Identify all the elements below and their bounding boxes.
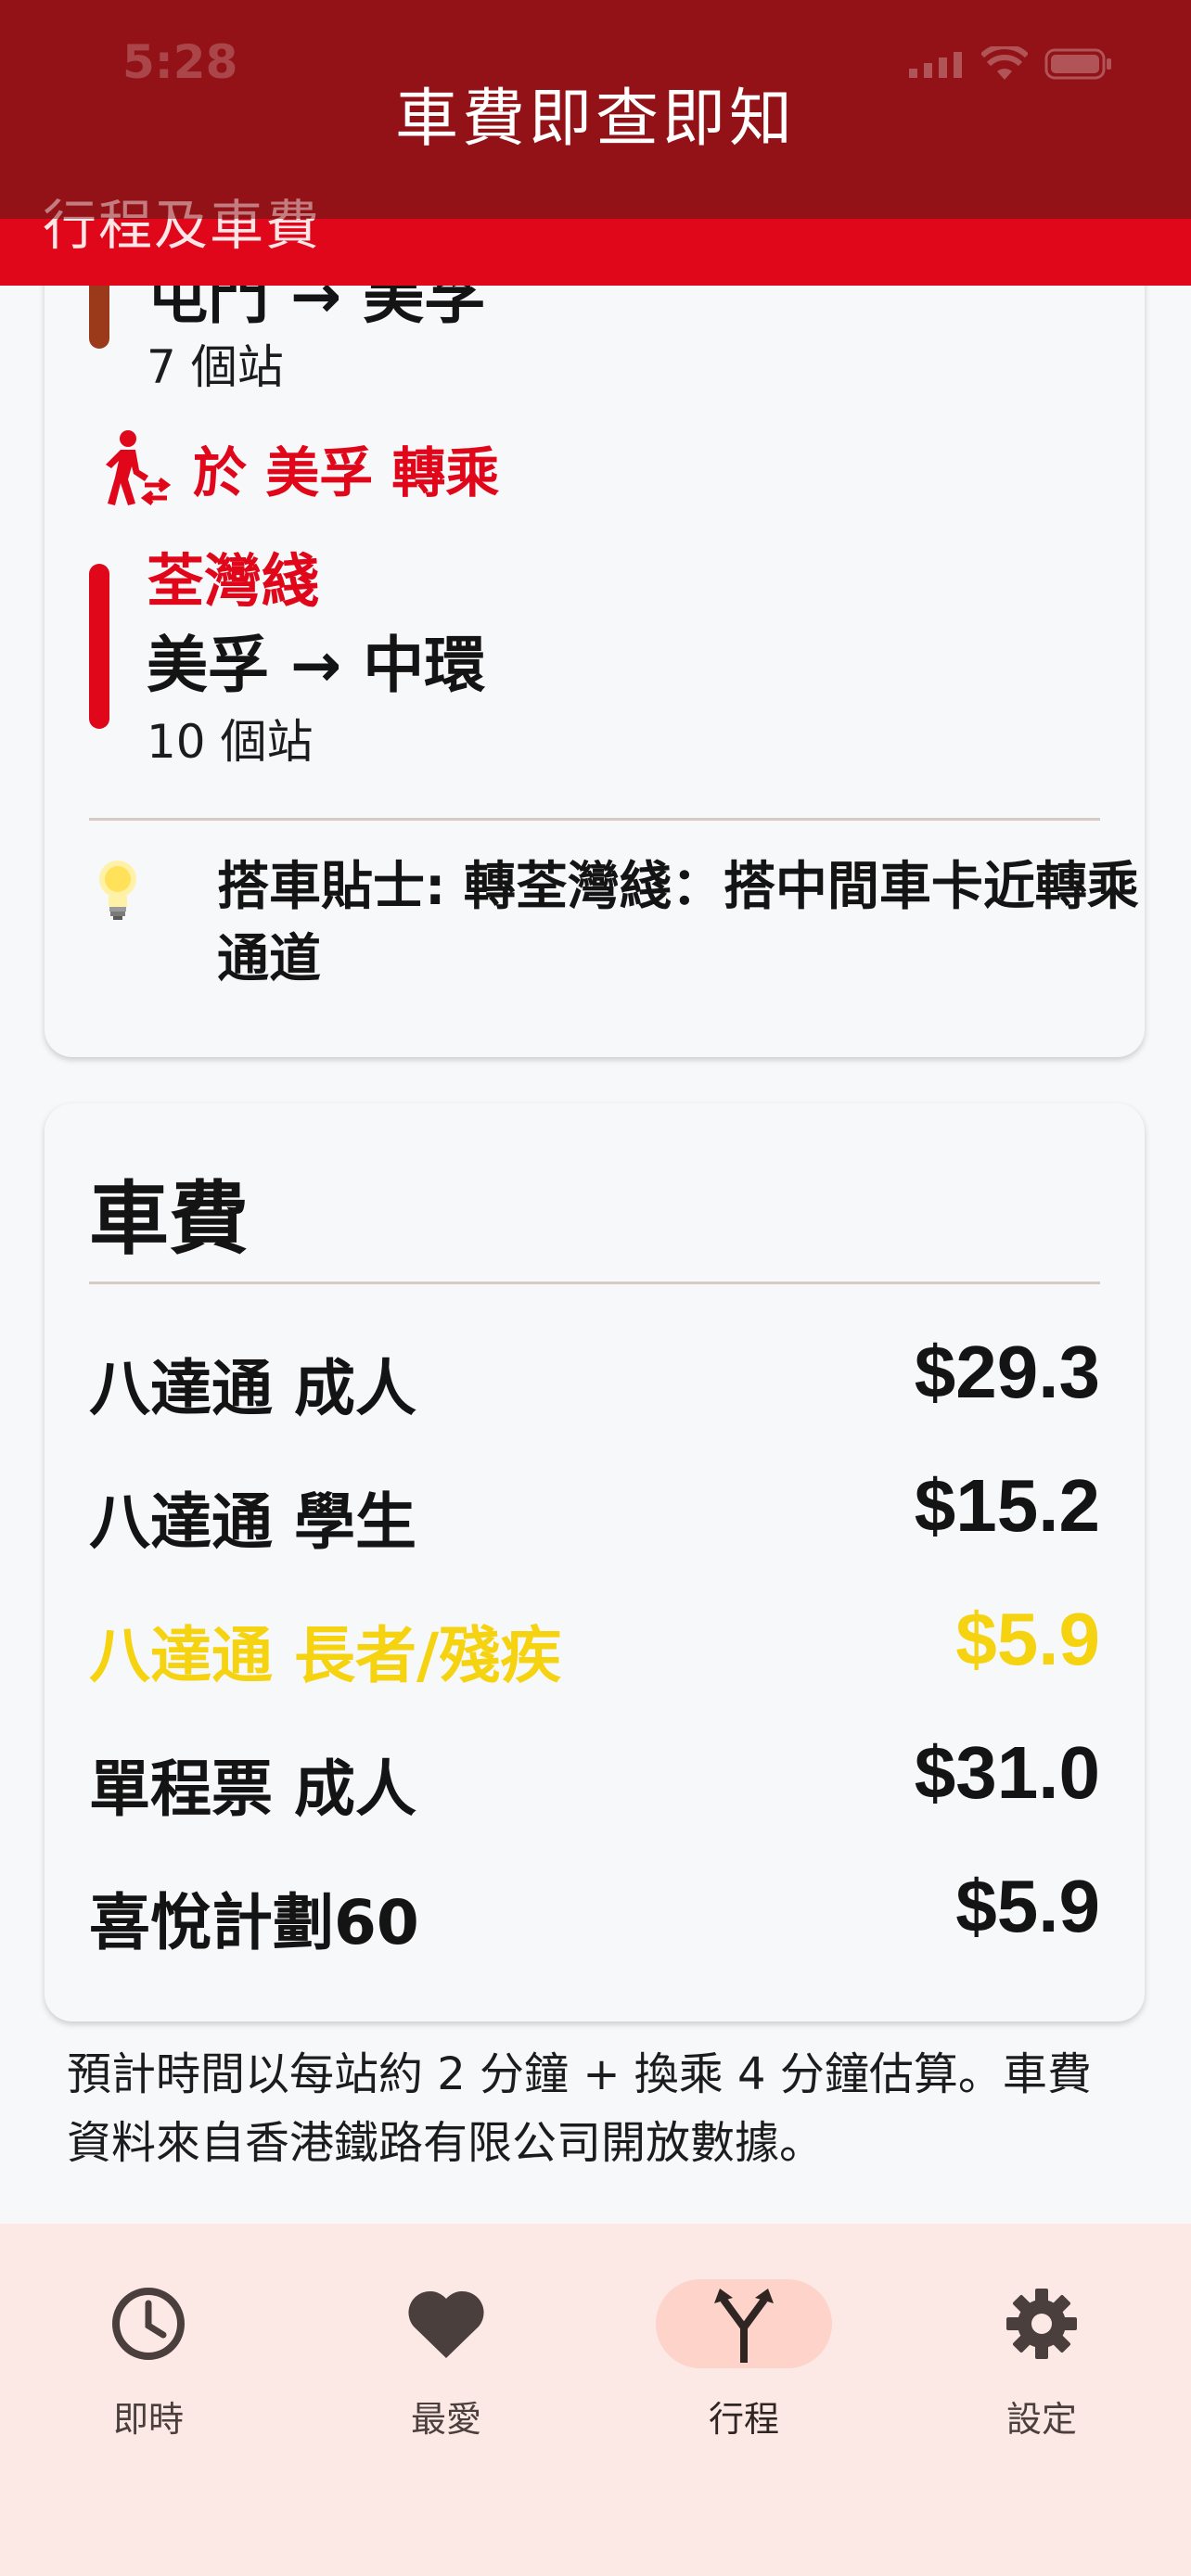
bottom-nav: 即時 最愛 行程 設定 bbox=[0, 2224, 1191, 2576]
fare-title: 車費 bbox=[89, 1173, 249, 1266]
fare-label: 八達通 學生 bbox=[89, 1486, 416, 1558]
fare-label: 單程票 成人 bbox=[89, 1753, 416, 1825]
fare-row-highlighted: 八達通 長者/殘疾 $5.9 bbox=[89, 1597, 1100, 1691]
fare-label: 八達通 長者/殘疾 bbox=[89, 1620, 562, 1691]
fare-card: 車費 八達通 成人 $29.3 八達通 學生 $15.2 八達通 長者/殘疾 $… bbox=[45, 1103, 1145, 2021]
fare-value: $31.0 bbox=[914, 1731, 1100, 1814]
nav-item-trip[interactable]: 行程 bbox=[642, 2279, 846, 2446]
nav-label: 即時 bbox=[112, 2399, 184, 2440]
fare-row: 八達通 成人 $29.3 bbox=[89, 1330, 1100, 1424]
segment-stops: 10 個站 bbox=[147, 715, 314, 769]
fare-value: $5.9 bbox=[955, 1598, 1100, 1680]
heart-icon bbox=[408, 2290, 484, 2358]
fare-row: 八達通 學生 $15.2 bbox=[89, 1463, 1100, 1558]
transfer-text: 於 美孚 轉乘 bbox=[193, 441, 500, 504]
clock-icon bbox=[112, 2288, 185, 2360]
footnote: 預計時間以每站約 2 分鐘 + 換乘 4 分鐘估算。車費資料來自香港鐵路有限公司… bbox=[67, 2048, 1092, 2169]
nav-icon-container bbox=[60, 2279, 237, 2368]
segment-stops: 7 個站 bbox=[147, 340, 284, 394]
route-merge-icon bbox=[714, 2289, 774, 2363]
lightbulb-icon bbox=[99, 861, 136, 920]
fare-value: $15.2 bbox=[914, 1464, 1100, 1547]
divider bbox=[89, 1282, 1100, 1284]
segment-line-name: 荃灣綫 bbox=[147, 547, 320, 615]
divider bbox=[89, 818, 1100, 821]
segment-line-bar bbox=[89, 564, 109, 729]
nav-icon-container bbox=[358, 2279, 534, 2368]
tip-text: 搭車貼士: 轉荃灣綫：搭中間車卡近轉乘通道 bbox=[217, 857, 1139, 989]
fare-row: 喜悅計劃60 $5.9 bbox=[89, 1864, 1100, 1958]
fare-value: $29.3 bbox=[914, 1331, 1100, 1413]
section-banner-title: 行程及車費 bbox=[43, 219, 322, 257]
nav-item-settings[interactable]: 設定 bbox=[940, 2279, 1144, 2446]
nav-item-favourites[interactable]: 最愛 bbox=[344, 2279, 548, 2446]
section-title-scrolled: 行程及車費 bbox=[43, 182, 321, 219]
trip-card: 屯門 → 美孚 7 個站 於 美孚 轉乘 荃灣綫 美孚 → 中環 10 個站 搭… bbox=[45, 158, 1145, 1057]
app-title: 車費即查即知 bbox=[394, 83, 796, 156]
segment-route: 美孚 → 中環 bbox=[147, 630, 486, 701]
nav-icon-container-active bbox=[656, 2279, 832, 2368]
transfer-row: 於 美孚 轉乘 bbox=[98, 427, 499, 510]
fare-value: $5.9 bbox=[955, 1865, 1100, 1947]
gear-icon bbox=[1006, 2289, 1077, 2359]
nav-label: 行程 bbox=[708, 2399, 779, 2440]
nav-label: 設定 bbox=[1005, 2399, 1077, 2440]
fare-label: 喜悅計劃60 bbox=[89, 1887, 419, 1958]
transfer-walk-icon bbox=[106, 430, 172, 505]
nav-label: 最愛 bbox=[410, 2399, 481, 2440]
fare-row: 單程票 成人 $31.0 bbox=[89, 1730, 1100, 1825]
nav-icon-container bbox=[954, 2279, 1130, 2368]
fare-label: 八達通 成人 bbox=[89, 1353, 416, 1424]
section-banner: 行程及車費 bbox=[0, 219, 1191, 286]
nav-item-live[interactable]: 即時 bbox=[46, 2279, 250, 2446]
